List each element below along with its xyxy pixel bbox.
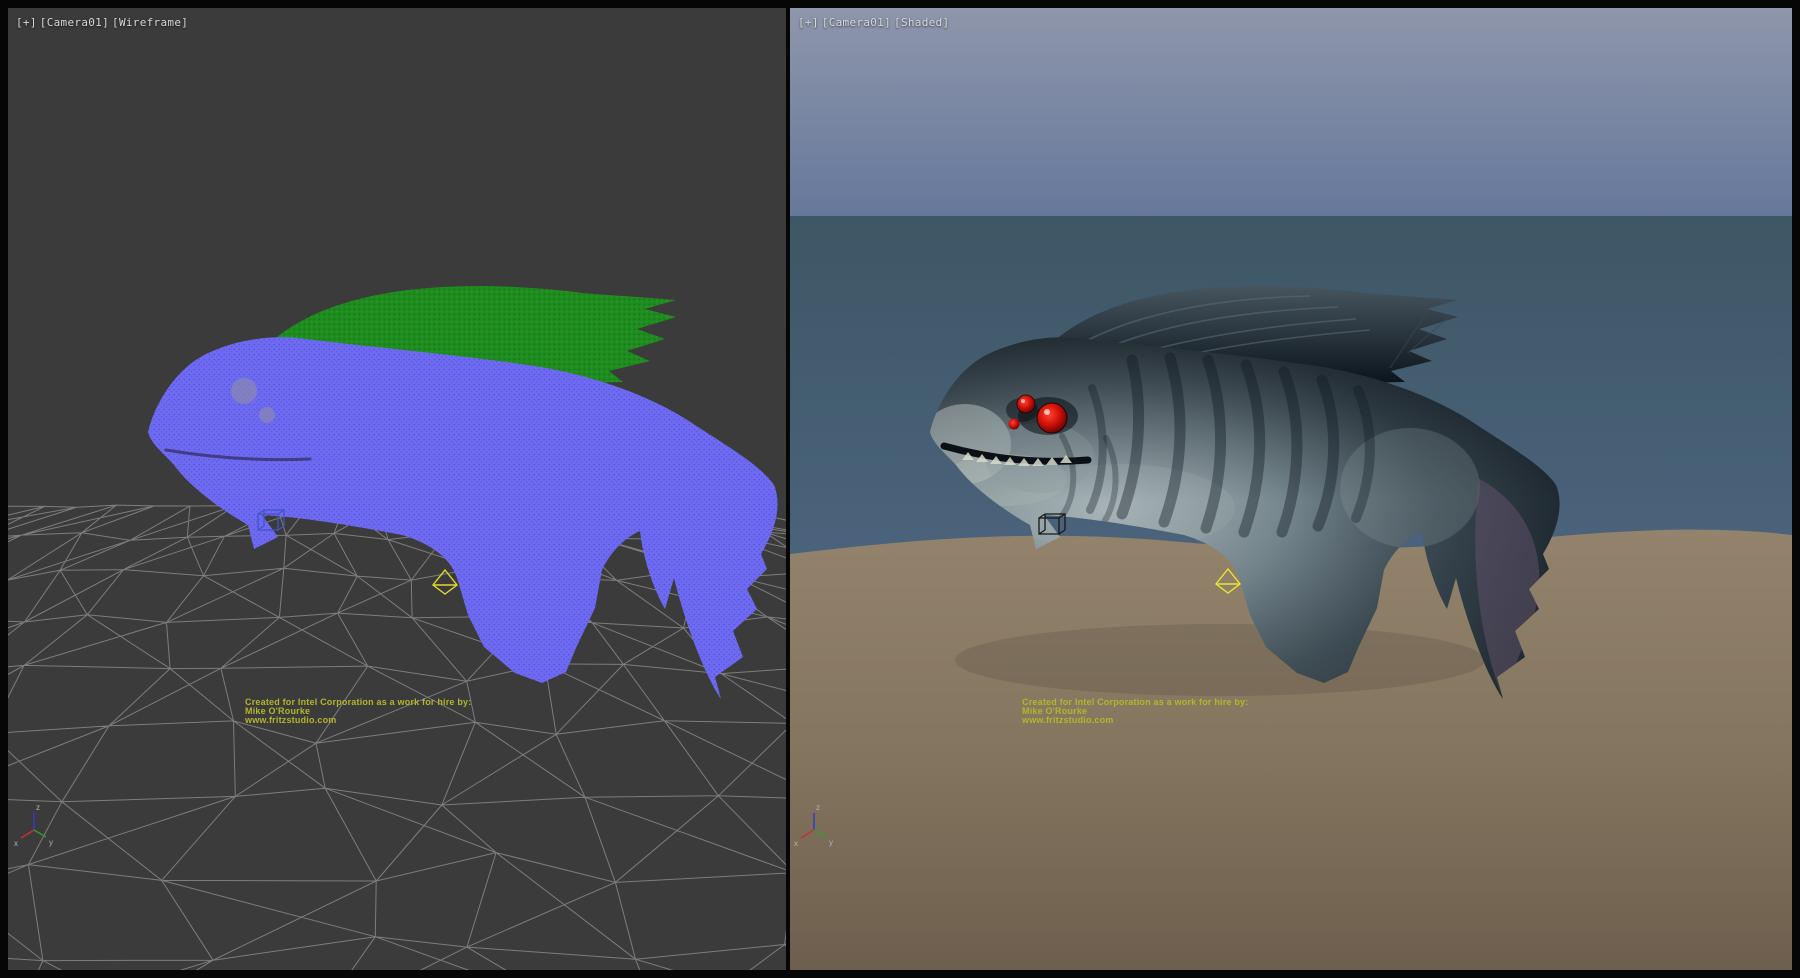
axis-z-label: z xyxy=(36,803,40,812)
fish-eye-small xyxy=(259,407,275,423)
attribution-line-3: www.fritzstudio.com xyxy=(245,716,471,725)
red-eye-medium xyxy=(1017,395,1035,413)
viewport-wireframe[interactable]: [+][Camera01][Wireframe] xyxy=(8,8,786,970)
viewport-menu-camera[interactable]: [Camera01] xyxy=(40,16,109,29)
viewport-label-shaded: [+][Camera01][Shaded] xyxy=(798,16,952,29)
scene-attribution-text: Created for Intel Corporation as a work … xyxy=(245,698,471,725)
viewport-menu-general[interactable]: [+] xyxy=(798,16,819,29)
attribution-line-3: www.fritzstudio.com xyxy=(1022,716,1248,725)
fish-model-wireframe[interactable] xyxy=(148,286,778,699)
axis-x-label: x xyxy=(794,839,798,848)
viewport-menu-shading[interactable]: [Shaded] xyxy=(894,16,949,29)
axis-x-line xyxy=(21,830,34,838)
axis-x-label: x xyxy=(14,839,18,848)
wireframe-scene-canvas[interactable]: z x y xyxy=(8,8,786,970)
eye-highlight xyxy=(1044,409,1050,415)
axis-y-label: y xyxy=(49,838,53,847)
axis-z-label: z xyxy=(816,803,820,812)
viewport-menu-general[interactable]: [+] xyxy=(16,16,37,29)
dual-viewport-stage: [+][Camera01][Wireframe] xyxy=(0,0,1800,978)
world-axis-tripod: z x y xyxy=(14,803,53,848)
red-eye-small xyxy=(1009,419,1020,430)
eye-highlight-2 xyxy=(1021,399,1025,403)
viewport-menu-shading[interactable]: [Wireframe] xyxy=(112,16,188,29)
red-eye-large xyxy=(1037,403,1067,433)
viewport-shaded[interactable]: [+][Camera01][Shaded] xyxy=(790,8,1792,970)
viewport-label-wireframe: [+][Camera01][Wireframe] xyxy=(16,16,191,29)
axis-y-label: y xyxy=(829,838,833,847)
sky xyxy=(790,8,1792,216)
viewport-menu-camera[interactable]: [Camera01] xyxy=(822,16,891,29)
shaded-scene-canvas[interactable]: z x y xyxy=(790,8,1792,970)
fish-contact-shadow xyxy=(955,624,1485,696)
scene-attribution-text: Created for Intel Corporation as a work … xyxy=(1022,698,1248,725)
axis-y-line xyxy=(34,830,46,837)
fish-eye-large xyxy=(231,378,257,404)
